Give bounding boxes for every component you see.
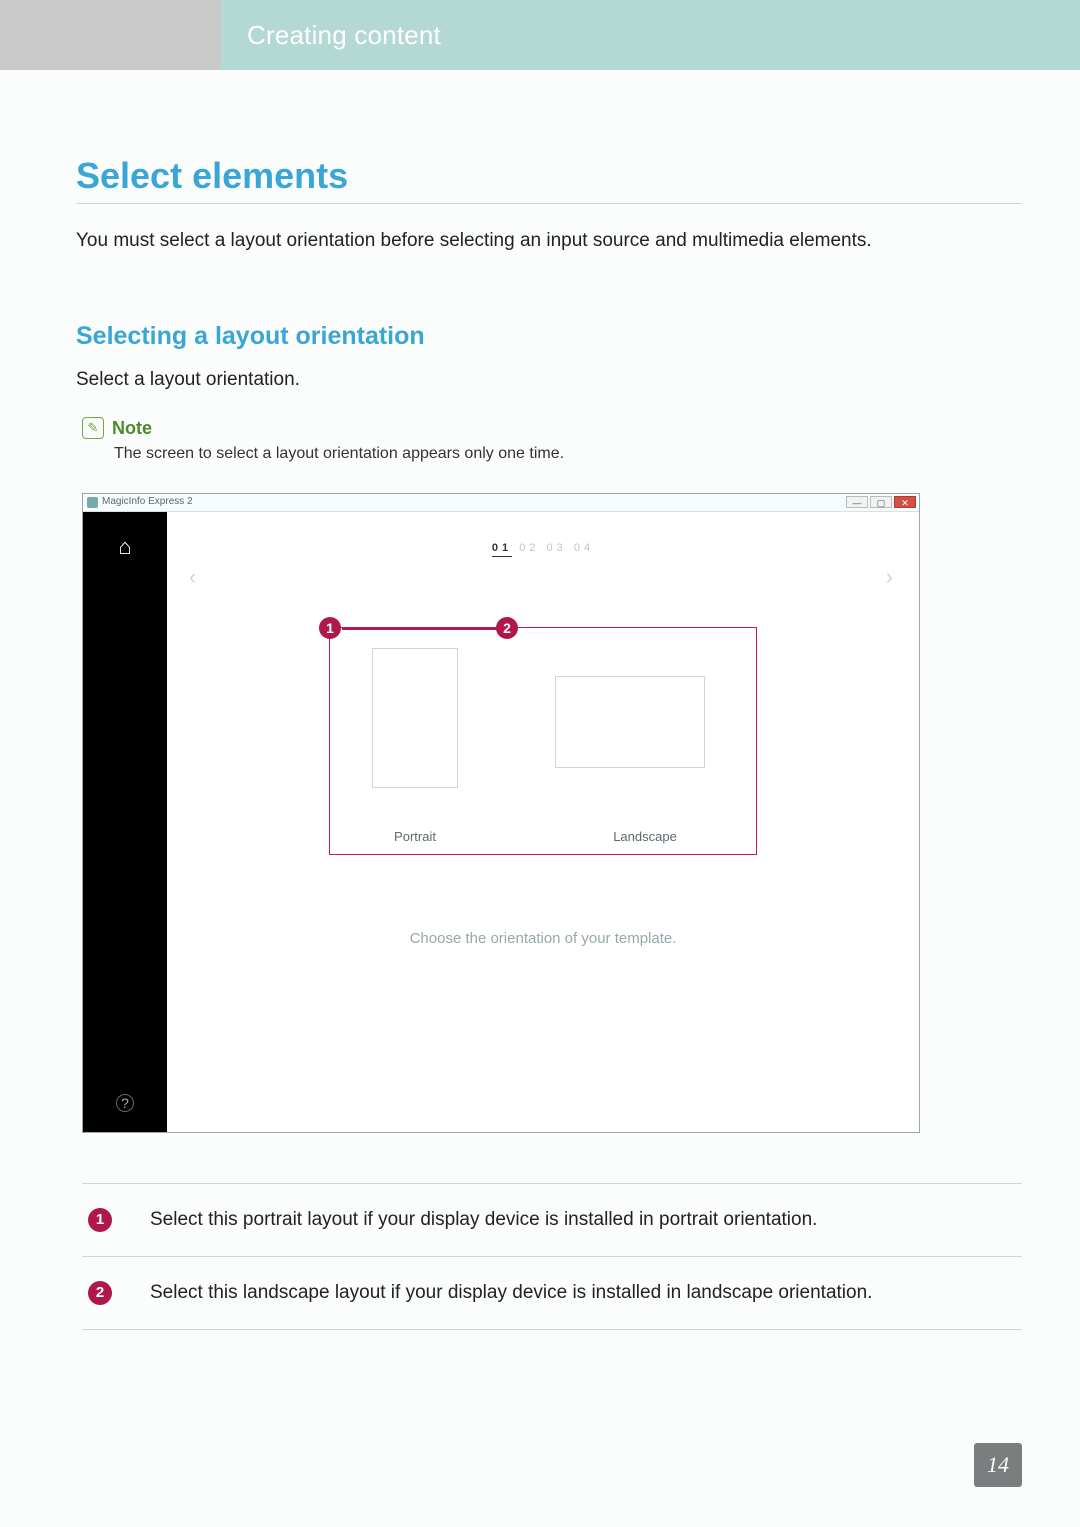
intro-paragraph: You must select a layout orientation bef… (76, 230, 1022, 252)
step-nav: ‹ 01 02 03 04 › (167, 542, 919, 554)
legend-badge-1: 1 (88, 1208, 112, 1232)
legend-row-2: 2 Select this landscape layout if your d… (82, 1257, 1022, 1329)
main-canvas: ‹ 01 02 03 04 › 1 2 Portrait L (167, 512, 919, 1132)
app-icon (87, 497, 98, 508)
close-button[interactable]: ✕ (894, 496, 916, 508)
note-text: The screen to select a layout orientatio… (114, 445, 1022, 463)
callout-connector (342, 628, 497, 630)
page-number: 14 (974, 1443, 1022, 1487)
note-label: Note (112, 418, 152, 439)
note-icon: ✎ (82, 417, 104, 439)
portrait-option[interactable] (372, 648, 458, 788)
step-03[interactable]: 03 (547, 542, 567, 554)
minimize-button[interactable]: — (846, 496, 868, 508)
app-body: ⌂ ? ‹ 01 02 03 04 › 1 2 (83, 512, 919, 1132)
page: Creating content Select elements You mus… (0, 0, 1080, 1527)
orientation-selection-area: 1 2 Portrait Landscape (329, 627, 757, 855)
section-heading: Selecting a layout orientation (76, 322, 1022, 351)
callout-2: 2 (496, 617, 518, 639)
callout-legend: 1 Select this portrait layout if your di… (82, 1183, 1022, 1330)
content-area: Select elements You must select a layout… (76, 155, 1022, 1330)
home-icon[interactable]: ⌂ (83, 534, 167, 560)
page-title: Select elements (76, 155, 1022, 204)
legend-badge-2: 2 (88, 1281, 112, 1305)
landscape-option[interactable] (555, 676, 705, 768)
legend-divider (82, 1329, 1022, 1330)
landscape-label: Landscape (560, 829, 730, 844)
legend-text-1: Select this portrait layout if your disp… (150, 1209, 817, 1231)
window-controls: — ▢ ✕ (846, 496, 916, 508)
note-header: ✎ Note (82, 417, 1022, 439)
header-grey-block (0, 0, 221, 70)
callout-1: 1 (319, 617, 341, 639)
titlebar: MagicInfo Express 2 — ▢ ✕ (83, 494, 919, 512)
prev-step-icon[interactable]: ‹ (189, 564, 200, 590)
header-banner: Creating content (221, 0, 1080, 70)
next-step-icon[interactable]: › (886, 564, 897, 590)
window-title: MagicInfo Express 2 (102, 496, 193, 507)
section-instruction: Select a layout orientation. (76, 369, 1022, 391)
legend-row-1: 1 Select this portrait layout if your di… (82, 1184, 1022, 1256)
help-icon[interactable]: ? (116, 1094, 134, 1112)
legend-text-2: Select this landscape layout if your dis… (150, 1282, 872, 1304)
breadcrumb: Creating content (247, 20, 441, 51)
step-01[interactable]: 01 (492, 542, 512, 557)
maximize-button[interactable]: ▢ (870, 496, 892, 508)
step-04[interactable]: 04 (574, 542, 594, 554)
app-screenshot: MagicInfo Express 2 — ▢ ✕ ⌂ ? ‹ 01 02 (82, 493, 920, 1133)
portrait-label: Portrait (350, 829, 480, 844)
step-02[interactable]: 02 (519, 542, 539, 554)
sidebar: ⌂ ? (83, 512, 167, 1132)
orientation-hint: Choose the orientation of your template. (167, 930, 919, 947)
